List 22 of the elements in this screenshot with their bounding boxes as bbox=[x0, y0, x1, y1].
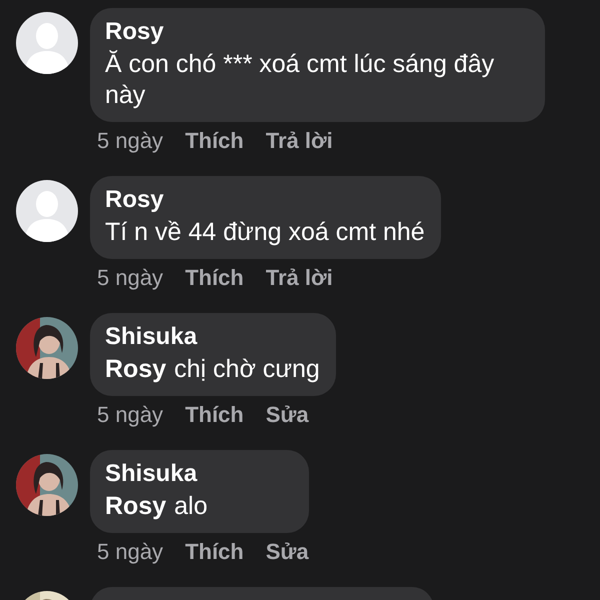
like-link[interactable]: Thích bbox=[185, 267, 244, 289]
timestamp: 5 ngày bbox=[97, 267, 164, 289]
reply-link[interactable]: Sửa bbox=[266, 541, 309, 563]
comment-text: Tí n về 44 đừng xoá cmt nhé bbox=[105, 217, 425, 248]
comment-text: Rosy alo bbox=[105, 491, 209, 522]
avatar-icon bbox=[16, 180, 78, 242]
timestamp: 5 ngày bbox=[97, 130, 164, 152]
like-link[interactable]: Thích bbox=[185, 404, 244, 426]
commenter-name[interactable]: Rosy bbox=[105, 19, 529, 45]
avatar-icon bbox=[16, 12, 78, 74]
comment-text: Ă con chó *** xoá cmt lúc sáng đây này bbox=[105, 49, 496, 111]
reply-link[interactable]: Trả lời bbox=[266, 130, 333, 152]
reply-link[interactable]: Sửa bbox=[266, 404, 309, 426]
reply-link[interactable]: Trả lời bbox=[266, 267, 333, 289]
like-link[interactable]: Thích bbox=[185, 130, 244, 152]
commenter-name[interactable]: Shisuka bbox=[105, 461, 293, 487]
like-link[interactable]: Thích bbox=[185, 541, 244, 563]
commenter-name[interactable]: Rosy bbox=[105, 187, 425, 213]
comment-text: Rosy chị chờ cưng bbox=[105, 354, 320, 385]
timestamp: 5 ngày bbox=[97, 404, 164, 426]
timestamp: 5 ngày bbox=[97, 541, 164, 563]
commenter-name[interactable]: Shisuka bbox=[105, 324, 320, 350]
